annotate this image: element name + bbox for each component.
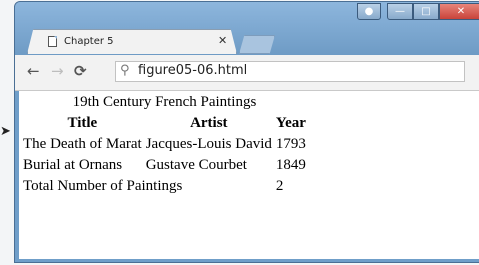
- back-arrow-icon[interactable]: ←: [27, 62, 40, 80]
- page-icon: [48, 36, 57, 47]
- paintings-table: 19th Century French Paintings Title Arti…: [20, 94, 309, 198]
- title-bar: Chapter 5 ✕ ● — □ ✕: [15, 2, 479, 57]
- table-caption: 19th Century French Paintings: [72, 94, 257, 110]
- user-icon[interactable]: ●: [357, 3, 381, 20]
- address-bar[interactable]: ⚲ figure05-06.html: [115, 61, 465, 82]
- cell-artist: Gustave Courbet: [145, 157, 247, 173]
- footer-row: Total Number of Paintings 2: [22, 177, 307, 196]
- minimize-button[interactable]: —: [387, 3, 413, 20]
- pointer-arrow: ➤: [0, 124, 11, 139]
- table-row: Burial at Ornans Gustave Courbet 1849: [22, 156, 307, 175]
- tab-title: Chapter 5: [64, 36, 114, 47]
- toolbar: ← → ⟳ ⚲ figure05-06.html ☰: [15, 55, 479, 91]
- header-artist: Artist: [190, 115, 228, 131]
- footer-count: 2: [275, 178, 284, 194]
- cell-year: 1849: [275, 157, 306, 173]
- cell-title: The Death of Marat: [23, 136, 142, 152]
- header-row: Title Artist Year: [22, 114, 307, 133]
- header-title: Title: [67, 115, 98, 131]
- cell-artist: Jacques-Louis David: [145, 136, 272, 152]
- table-row: The Death of Marat Jacques-Louis David 1…: [22, 135, 307, 154]
- browser-tab[interactable]: Chapter 5 ✕: [27, 29, 237, 54]
- close-window-button[interactable]: ✕: [439, 3, 479, 20]
- cell-year: 1793: [275, 136, 306, 152]
- footer-label: Total Number of Paintings: [23, 178, 183, 194]
- page-viewport: 19th Century French Paintings Title Arti…: [19, 91, 479, 259]
- url-text: figure05-06.html: [138, 63, 248, 78]
- new-tab-button[interactable]: [239, 35, 275, 54]
- maximize-button[interactable]: □: [413, 3, 439, 20]
- header-year: Year: [275, 115, 306, 131]
- close-tab-icon[interactable]: ✕: [218, 34, 227, 47]
- search-icon: ⚲: [120, 63, 130, 78]
- browser-window: Chapter 5 ✕ ● — □ ✕ ← → ⟳ ⚲ figure05-06.…: [14, 1, 479, 263]
- cell-title: Burial at Ornans: [23, 157, 123, 173]
- window-controls: ● — □ ✕: [357, 3, 479, 21]
- forward-arrow-icon[interactable]: →: [51, 62, 64, 80]
- reload-icon[interactable]: ⟳: [74, 62, 87, 80]
